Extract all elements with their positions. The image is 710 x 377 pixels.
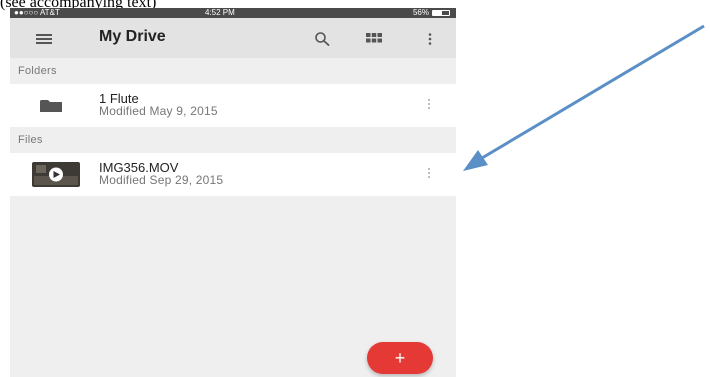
status-time: 4:52 PM: [205, 8, 235, 17]
status-bar: ●●○○○ AT&T 4:52 PM 56%: [10, 8, 456, 18]
menu-icon[interactable]: [36, 34, 52, 44]
file-row[interactable]: IMG356.MOV Modified Sep 29, 2015: [10, 153, 456, 196]
file-modified: Modified Sep 29, 2015: [99, 173, 224, 187]
folder-more-icon[interactable]: [427, 99, 431, 111]
section-label-files: Files: [18, 134, 43, 146]
section-label-folders: Folders: [18, 65, 57, 77]
folder-icon: [40, 100, 62, 112]
battery-percent: 56%: [412, 8, 429, 17]
search-icon[interactable]: [314, 31, 330, 47]
folder-modified: Modified May 9, 2015: [99, 104, 218, 118]
more-vert-icon[interactable]: [428, 33, 432, 45]
battery-icon: [432, 10, 450, 16]
battery-fill: [433, 11, 442, 15]
video-thumbnail-icon: [32, 162, 80, 187]
phone-screen: ●●○○○ AT&T 4:52 PM 56% My Drive Folders …: [10, 8, 456, 377]
folder-row[interactable]: 1 Flute Modified May 9, 2015: [10, 84, 456, 127]
file-more-icon[interactable]: [427, 168, 431, 180]
page-title: My Drive: [99, 28, 166, 45]
grid-view-icon[interactable]: [366, 33, 382, 43]
app-bar: My Drive: [10, 18, 456, 58]
carrier-signal: ●●○○○ AT&T: [14, 8, 60, 17]
status-right: 56%: [413, 8, 450, 18]
add-fab-button[interactable]: +: [367, 342, 433, 374]
